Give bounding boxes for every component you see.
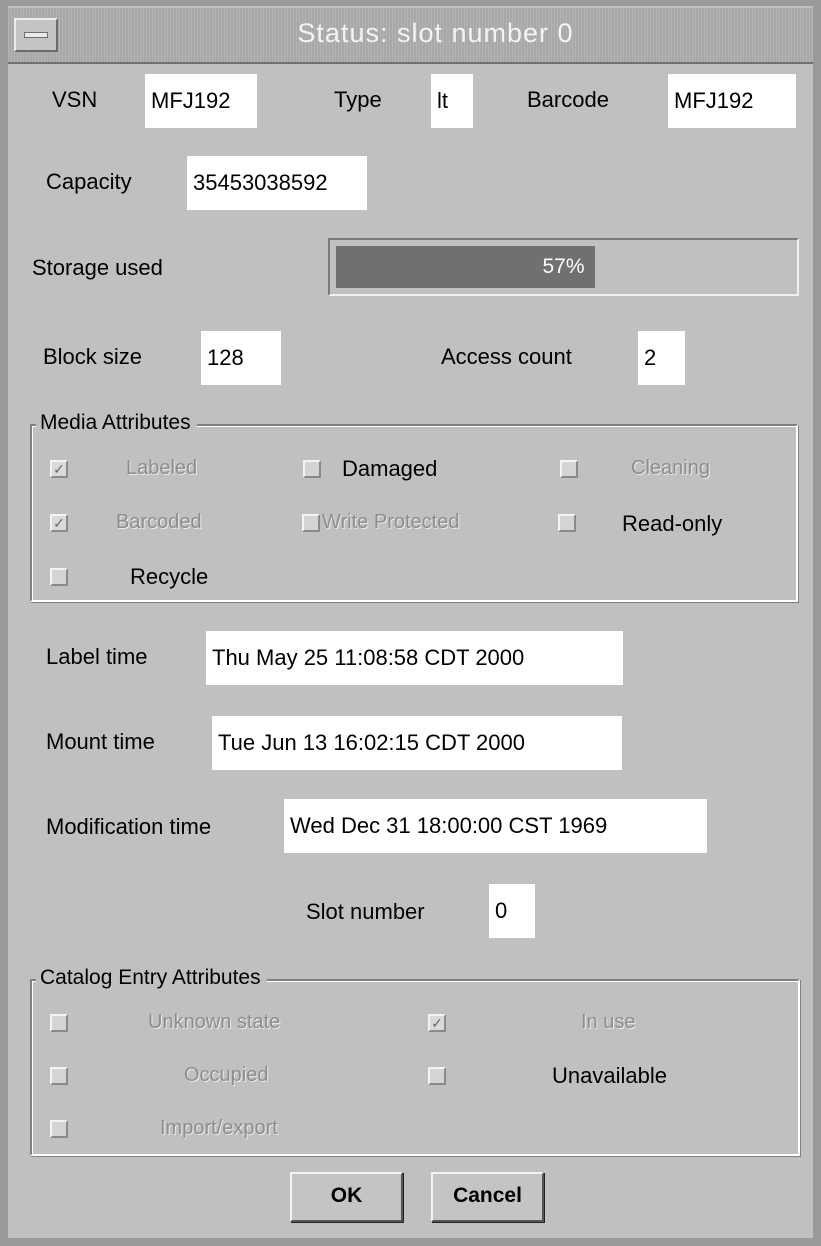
window-menu-bar: [24, 32, 48, 38]
read-only-checkbox-label: Read-only: [622, 511, 723, 536]
unavailable-checkbox[interactable]: [428, 1067, 446, 1085]
checkmark-icon: ✓: [53, 461, 65, 477]
unavailable-checkbox-label: Unavailable: [552, 1063, 667, 1088]
storage-used-label: Storage used: [32, 255, 163, 280]
slot-number-field[interactable]: 0: [489, 884, 535, 938]
damaged-checkbox-label: Damaged: [342, 456, 438, 481]
unknown-state-checkbox[interactable]: [50, 1014, 68, 1032]
label-time-field[interactable]: Thu May 25 11:08:58 CDT 2000: [206, 631, 623, 685]
write-protected-checkbox-label: Write Protected: [322, 511, 460, 533]
labeled-checkbox-label: Labeled: [126, 457, 198, 479]
occupied-checkbox-label: Occupied: [184, 1064, 269, 1086]
recycle-checkbox-label: Recycle: [130, 564, 209, 589]
type-field[interactable]: lt: [431, 74, 473, 128]
access-count-field[interactable]: 2: [638, 331, 685, 385]
labeled-checkbox[interactable]: ✓: [50, 460, 68, 478]
damaged-checkbox[interactable]: [303, 460, 321, 478]
in-use-checkbox-label: In use: [581, 1011, 636, 1033]
occupied-checkbox[interactable]: [50, 1067, 68, 1085]
storage-used-percent: 57%: [542, 255, 585, 278]
window-title: Status: slot number 0: [297, 18, 574, 48]
title-bar[interactable]: Status: slot number 0: [8, 8, 813, 64]
cleaning-checkbox-label: Cleaning: [631, 457, 710, 479]
capacity-label: Capacity: [46, 169, 132, 194]
barcode-field[interactable]: MFJ192: [668, 74, 796, 128]
cleaning-checkbox[interactable]: [560, 460, 578, 478]
catalog-attributes-group: [30, 979, 800, 1156]
checkmark-icon: ✓: [53, 515, 65, 531]
in-use-checkbox[interactable]: ✓: [428, 1014, 446, 1032]
cancel-button[interactable]: Cancel: [431, 1172, 544, 1222]
storage-used-bar: 57%: [328, 238, 799, 296]
mount-time-field[interactable]: Tue Jun 13 16:02:15 CDT 2000: [212, 716, 622, 770]
barcode-label: Barcode: [527, 87, 609, 112]
barcoded-checkbox[interactable]: ✓: [50, 514, 68, 532]
import-export-checkbox-label: Import/export: [160, 1117, 278, 1139]
window-menu-icon[interactable]: [14, 18, 58, 52]
slot-number-label: Slot number: [306, 899, 425, 924]
vsn-label: VSN: [52, 87, 98, 112]
checkmark-icon: ✓: [431, 1015, 443, 1031]
block-size-label: Block size: [43, 344, 143, 369]
unknown-state-checkbox-label: Unknown state: [148, 1011, 281, 1033]
capacity-field[interactable]: 35453038592: [187, 156, 367, 210]
recycle-checkbox[interactable]: [50, 568, 68, 586]
label-time-label: Label time: [46, 644, 148, 669]
write-protected-checkbox[interactable]: [302, 514, 320, 532]
type-label: Type: [334, 87, 382, 112]
ok-button[interactable]: OK: [290, 1172, 403, 1222]
modification-time-label: Modification time: [46, 814, 212, 839]
barcoded-checkbox-label: Barcoded: [116, 511, 202, 533]
modification-time-field[interactable]: Wed Dec 31 18:00:00 CST 1969: [284, 799, 707, 853]
import-export-checkbox[interactable]: [50, 1120, 68, 1138]
catalog-attributes-title: Catalog Entry Attributes: [36, 966, 267, 990]
access-count-label: Access count: [441, 344, 572, 369]
media-attributes-title: Media Attributes: [36, 411, 197, 435]
block-size-field[interactable]: 128: [201, 331, 281, 385]
read-only-checkbox[interactable]: [558, 514, 576, 532]
vsn-field[interactable]: MFJ192: [145, 74, 257, 128]
mount-time-label: Mount time: [46, 729, 155, 754]
